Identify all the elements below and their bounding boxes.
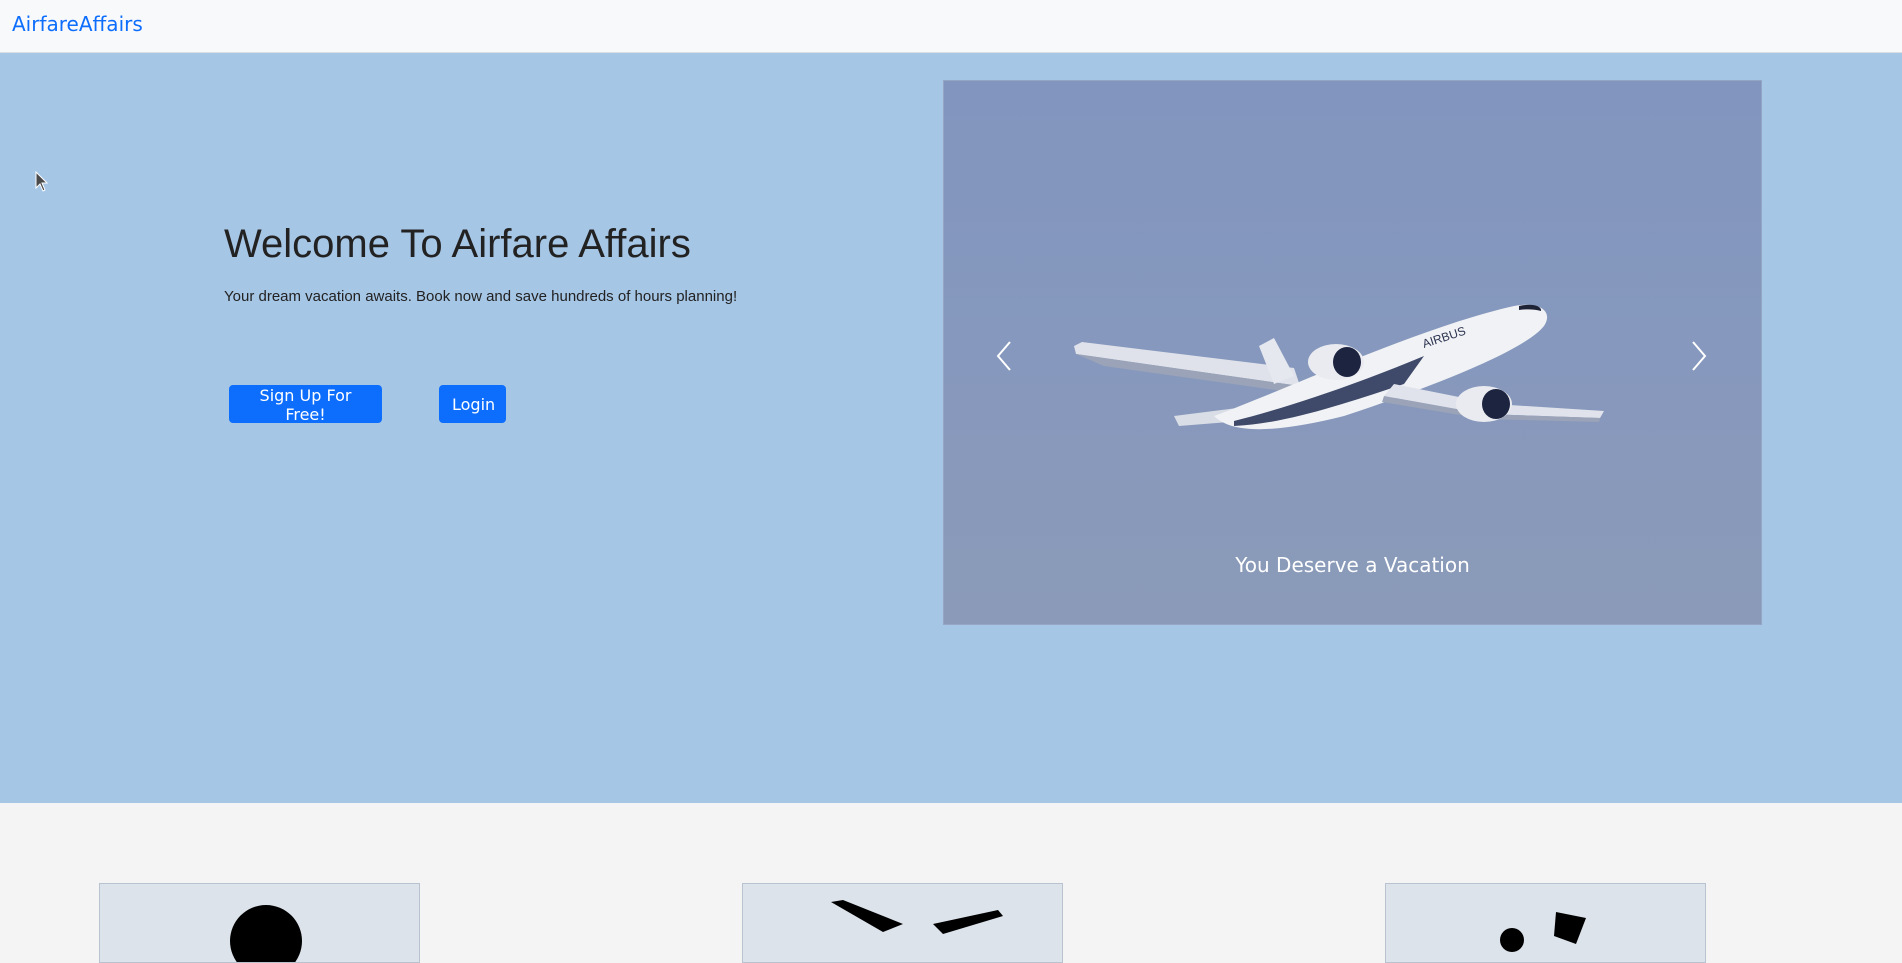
brand-link[interactable]: AirfareAffairs (12, 12, 143, 36)
signup-button[interactable]: Sign Up For Free! (229, 385, 382, 424)
chevron-left-icon (996, 341, 1011, 371)
carousel-prev-button[interactable] (984, 336, 1024, 376)
airplane-image: AIRBUS (1074, 304, 1604, 430)
hero-title: Welcome To Airfare Affairs (224, 222, 691, 266)
chevron-right-icon (1692, 341, 1707, 371)
beach-icon (1500, 912, 1586, 952)
login-button[interactable]: Login (439, 385, 506, 423)
image-carousel: AIRBUS You Deserve a Vacation (943, 80, 1762, 625)
hero-section: Welcome To Airfare Affairs Your dream va… (0, 53, 1902, 803)
feature-card-1 (99, 883, 420, 963)
navbar: AirfareAffairs (0, 0, 1902, 53)
hero-subtitle: Your dream vacation awaits. Book now and… (224, 288, 738, 305)
feature-card-2 (742, 883, 1063, 963)
feature-card-3 (1385, 883, 1706, 963)
mouse-cursor-icon (35, 171, 49, 192)
airplane-icon (831, 900, 1003, 934)
carousel-caption: You Deserve a Vacation (1235, 553, 1470, 577)
carousel-next-button[interactable] (1679, 336, 1719, 376)
person-icon (230, 905, 302, 962)
